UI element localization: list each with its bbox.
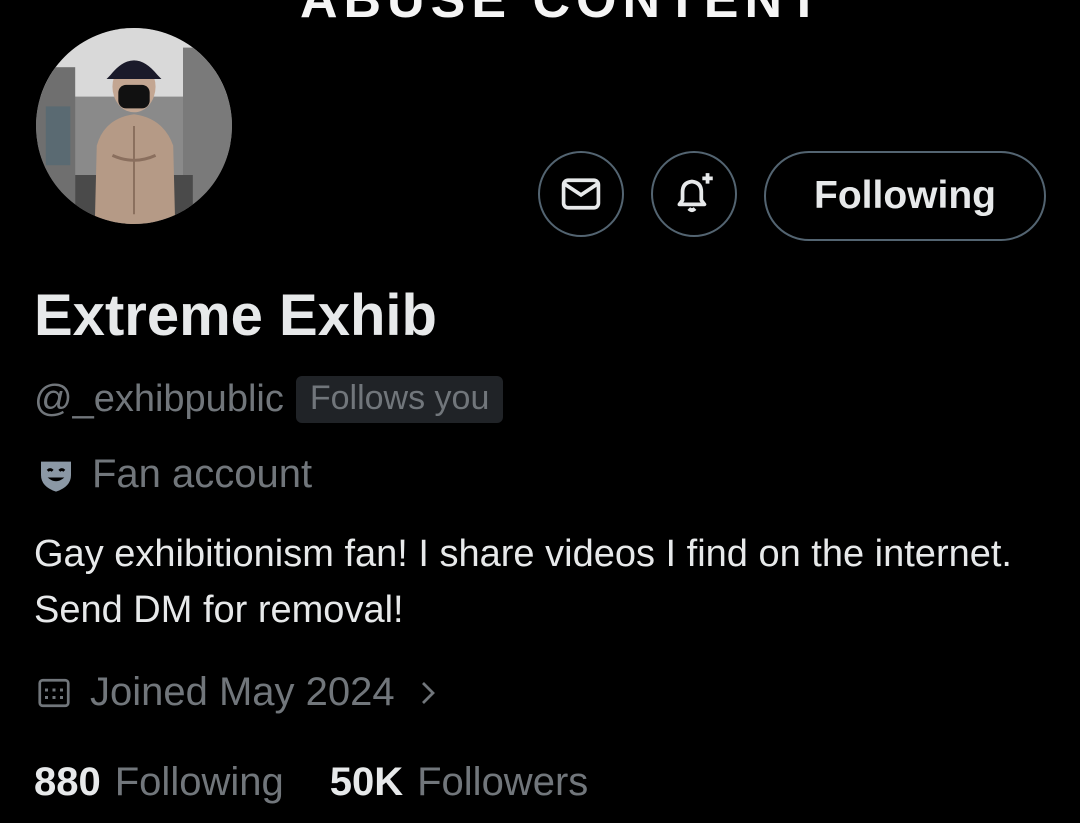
followers-count: 50K — [329, 760, 404, 804]
banner-text: ABUSE CONTENT — [300, 0, 826, 29]
follows-you-badge: Follows you — [295, 376, 504, 423]
profile-header: ABUSE CONTENT Following Extreme Exhib @_… — [0, 0, 1080, 823]
following-count-link[interactable]: 880 Following — [34, 760, 284, 805]
chevron-right-icon — [421, 681, 435, 704]
avatar[interactable] — [34, 26, 234, 226]
account-label[interactable]: Fan account — [36, 452, 312, 497]
theater-mask-badge-icon — [41, 461, 71, 492]
calendar-icon — [38, 678, 70, 707]
followers-count-link[interactable]: 50K Followers — [330, 760, 589, 805]
avatar-image — [36, 28, 232, 224]
followers-label: Followers — [417, 760, 589, 804]
account-label-text: Fan account — [92, 452, 313, 496]
profile-bio: Gay exhibitionism fan! I share videos I … — [34, 533, 1012, 631]
notifications-button[interactable] — [651, 151, 737, 237]
display-name: Extreme Exhib — [34, 283, 437, 348]
envelope-icon — [561, 178, 601, 210]
following-label: Following — [114, 760, 284, 804]
joined-date-text: Joined May 2024 — [90, 670, 395, 714]
user-handle: @_exhibpublic — [34, 378, 284, 420]
message-button[interactable] — [538, 151, 624, 237]
follow-stats: 880 Following 50K Followers — [34, 760, 588, 805]
handle-row: @_exhibpublic Follows you — [34, 376, 504, 423]
joined-date[interactable]: Joined May 2024 — [36, 670, 443, 715]
bell-plus-icon — [677, 173, 713, 213]
following-count: 880 — [34, 760, 101, 804]
following-button[interactable]: Following — [764, 151, 1046, 241]
